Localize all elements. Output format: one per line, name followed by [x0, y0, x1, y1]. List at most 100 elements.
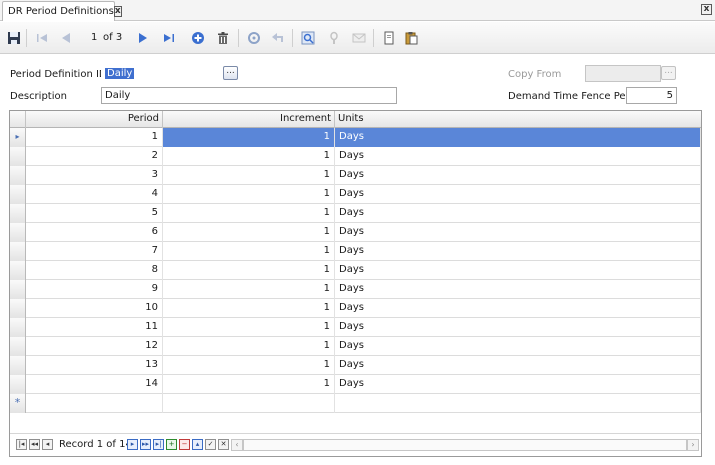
units-cell[interactable]: Days — [335, 204, 701, 223]
copy-icon[interactable] — [381, 30, 397, 46]
save-icon[interactable] — [6, 30, 22, 46]
period-cell[interactable]: 6 — [26, 223, 163, 242]
tab-dr-period-definitions[interactable]: DR Period Definitions x — [2, 1, 122, 21]
period-cell[interactable]: 4 — [26, 185, 163, 204]
last-record-icon[interactable] — [161, 30, 177, 46]
table-row[interactable]: 3 1 Days — [10, 166, 701, 185]
demand-time-fence-periods-field[interactable]: 5 — [626, 87, 677, 104]
increment-cell[interactable]: 1 — [163, 299, 335, 318]
period-cell[interactable] — [26, 394, 163, 413]
new-row[interactable]: * — [10, 394, 701, 413]
period-definition-lookup-button[interactable]: ... — [223, 66, 238, 80]
period-definition-id-field[interactable]: Daily — [101, 65, 223, 82]
scroll-right-icon[interactable]: › — [687, 439, 699, 451]
increment-cell[interactable]: 1 — [163, 280, 335, 299]
row-selector[interactable] — [10, 337, 26, 356]
new-row-indicator[interactable]: * — [10, 394, 26, 413]
row-selector[interactable] — [10, 356, 26, 375]
table-row[interactable]: 14 1 Days — [10, 375, 701, 394]
attach-icon[interactable] — [326, 30, 342, 46]
paste-icon[interactable] — [403, 30, 419, 46]
nav-delete-icon[interactable]: − — [179, 439, 190, 450]
table-row[interactable]: 4 1 Days — [10, 185, 701, 204]
increment-cell[interactable]: 1 — [163, 375, 335, 394]
table-row[interactable]: 2 1 Days — [10, 147, 701, 166]
increment-cell[interactable]: 1 — [163, 318, 335, 337]
period-cell[interactable]: 8 — [26, 261, 163, 280]
row-selector[interactable] — [10, 185, 26, 204]
units-cell[interactable]: Days — [335, 242, 701, 261]
row-selector[interactable] — [10, 223, 26, 242]
undo-icon[interactable] — [270, 30, 286, 46]
column-header-period[interactable]: Period — [26, 111, 163, 128]
period-cell[interactable]: 12 — [26, 337, 163, 356]
increment-cell[interactable] — [163, 394, 335, 413]
period-cell[interactable]: 2 — [26, 147, 163, 166]
active-row-indicator[interactable]: ▸ — [10, 128, 26, 147]
nav-post-icon[interactable]: ✓ — [205, 439, 216, 450]
table-row[interactable]: 12 1 Days — [10, 337, 701, 356]
column-header-increment[interactable]: Increment — [163, 111, 335, 128]
email-icon[interactable] — [351, 30, 367, 46]
table-row[interactable]: 7 1 Days — [10, 242, 701, 261]
period-cell[interactable]: 1 — [26, 128, 163, 147]
units-cell[interactable]: Days — [335, 337, 701, 356]
period-grid[interactable]: Period Increment Units ▸ 1 1 Days 2 1 Da… — [9, 110, 702, 457]
window-close-icon[interactable]: x — [701, 4, 712, 15]
units-cell[interactable]: Days — [335, 261, 701, 280]
row-selector[interactable] — [10, 280, 26, 299]
increment-cell[interactable]: 1 — [163, 356, 335, 375]
row-selector[interactable] — [10, 204, 26, 223]
previous-record-icon[interactable] — [58, 30, 74, 46]
search-icon[interactable] — [300, 30, 316, 46]
units-cell[interactable]: Days — [335, 356, 701, 375]
nav-prev-page-icon[interactable]: ◂◂ — [29, 439, 40, 450]
add-icon[interactable] — [190, 30, 206, 46]
delete-icon[interactable] — [215, 30, 231, 46]
period-cell[interactable]: 3 — [26, 166, 163, 185]
period-cell[interactable]: 7 — [26, 242, 163, 261]
increment-cell[interactable]: 1 — [163, 147, 335, 166]
row-selector[interactable] — [10, 299, 26, 318]
refresh-icon[interactable] — [246, 30, 262, 46]
units-cell[interactable]: Days — [335, 147, 701, 166]
nav-next-icon[interactable]: ▸ — [127, 439, 138, 450]
units-cell[interactable]: Days — [335, 223, 701, 242]
row-selector[interactable] — [10, 375, 26, 394]
table-row[interactable]: ▸ 1 1 Days — [10, 128, 701, 147]
increment-cell[interactable]: 1 — [163, 166, 335, 185]
table-row[interactable]: 11 1 Days — [10, 318, 701, 337]
units-cell[interactable]: Days — [335, 280, 701, 299]
period-cell[interactable]: 5 — [26, 204, 163, 223]
table-row[interactable]: 8 1 Days — [10, 261, 701, 280]
units-cell[interactable] — [335, 394, 701, 413]
horizontal-scrollbar[interactable] — [243, 439, 687, 451]
table-row[interactable]: 9 1 Days — [10, 280, 701, 299]
units-cell[interactable]: Days — [335, 166, 701, 185]
next-record-icon[interactable] — [135, 30, 151, 46]
nav-prev-icon[interactable]: ◂ — [42, 439, 53, 450]
row-selector[interactable] — [10, 318, 26, 337]
tab-close-icon[interactable]: x — [113, 6, 122, 17]
nav-next-page-icon[interactable]: ▸▸ — [140, 439, 151, 450]
table-row[interactable]: 10 1 Days — [10, 299, 701, 318]
table-row[interactable]: 13 1 Days — [10, 356, 701, 375]
table-row[interactable]: 5 1 Days — [10, 204, 701, 223]
increment-cell[interactable]: 1 — [163, 337, 335, 356]
increment-cell[interactable]: 1 — [163, 128, 335, 147]
units-cell[interactable]: Days — [335, 318, 701, 337]
increment-cell[interactable]: 1 — [163, 261, 335, 280]
description-field[interactable]: Daily — [101, 87, 397, 104]
nav-add-icon[interactable]: + — [166, 439, 177, 450]
row-selector[interactable] — [10, 166, 26, 185]
period-cell[interactable]: 14 — [26, 375, 163, 394]
first-record-icon[interactable] — [34, 30, 50, 46]
units-cell[interactable]: Days — [335, 375, 701, 394]
increment-cell[interactable]: 1 — [163, 204, 335, 223]
column-header-units[interactable]: Units — [335, 111, 701, 128]
units-cell[interactable]: Days — [335, 128, 701, 147]
nav-cancel-icon[interactable]: ✕ — [218, 439, 229, 450]
nav-first-icon[interactable]: |◂ — [16, 439, 27, 450]
row-selector[interactable] — [10, 242, 26, 261]
row-selector[interactable] — [10, 261, 26, 280]
